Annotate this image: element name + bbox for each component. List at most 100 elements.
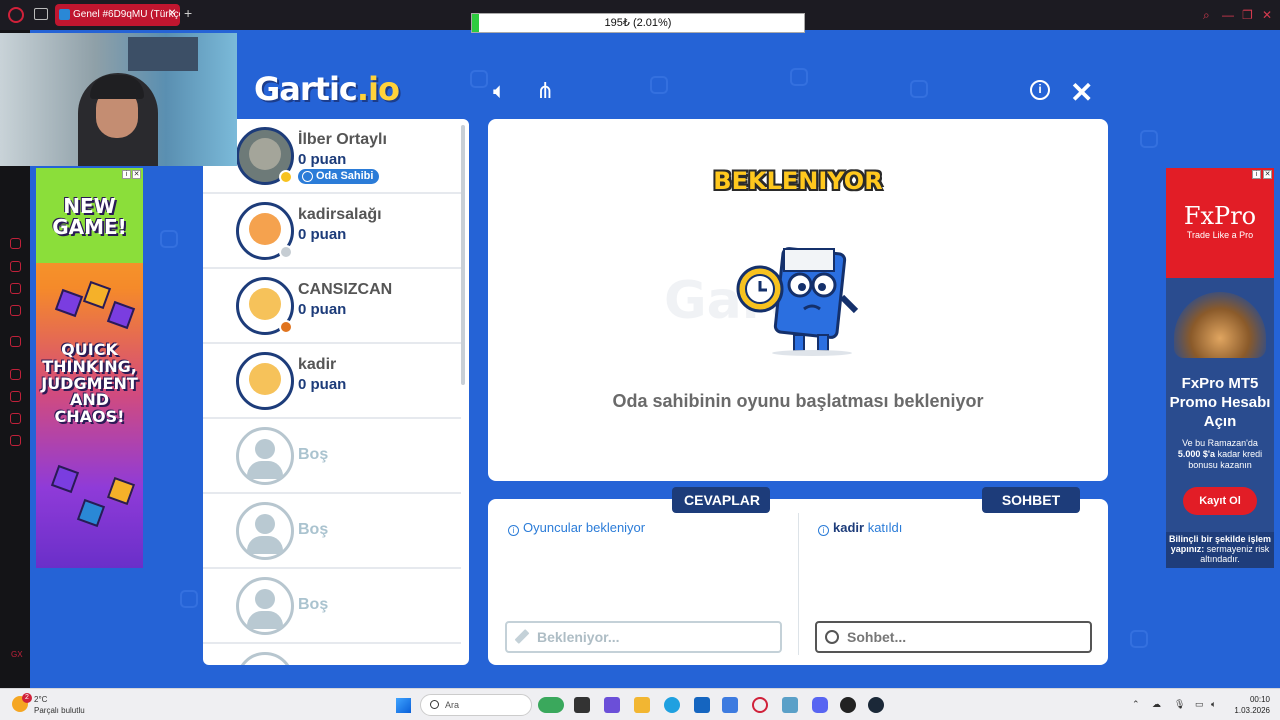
empty-slot [203,644,461,665]
tray-app-icon[interactable]: ☁ [1152,699,1161,710]
waiting-message: Oda sahibinin oyunu başlatması bekleniyo… [612,391,984,411]
crown-icon [302,171,313,182]
clock-time: 00:10 [1249,695,1270,704]
background-doodle-icon [180,590,198,608]
microphone-icon[interactable]: 🎙︎ [1174,699,1185,710]
waiting-title: BEKLENIYOR [713,167,883,195]
webcam-overlay [0,33,237,166]
card-icon [106,300,136,330]
background-doodle-icon [470,70,488,88]
player-row[interactable]: CANSIZCAN 0 puan [203,269,461,344]
chat-input[interactable]: Sohbet... [815,621,1092,653]
chat-notice: i kadir katıldı [818,520,902,536]
window-close-icon[interactable]: ✕ [1262,8,1272,22]
disclaimer-text: sermayeniz risk altındadır. [1200,544,1270,564]
answer-input[interactable]: Bekleniyor... [505,621,782,653]
gartic-logo[interactable]: Gartic.io [254,70,400,108]
status-dot [279,245,293,259]
info-icon[interactable]: i [1030,80,1050,100]
left-advertisement[interactable]: i ✕ NEW GAME! QUICK THINKING, JUDGMENT A… [36,168,143,568]
clock-date: 1.03.2026 [1234,706,1270,715]
task-view-icon[interactable] [574,697,590,713]
background-doodle-icon [910,80,928,98]
start-icon[interactable] [396,698,411,713]
display-icon[interactable]: ▭ [1195,699,1204,710]
tab-close-icon[interactable]: ✕ [168,8,176,19]
info-circle-icon: i [508,525,519,536]
share-icon[interactable]: ⋔ [536,78,554,104]
progress-text: 195₺ (2.01%) [604,17,672,29]
empty-slot: Boş [203,494,461,569]
weather-widget[interactable]: 2°C Parçalı bulutlu [34,694,85,716]
tab-chat[interactable]: SOHBET [982,487,1080,513]
ad-info-icon[interactable]: i [1252,170,1261,179]
taskbar-search[interactable]: Ara [420,694,532,716]
sidebar-twitch-icon[interactable] [10,336,21,347]
discord-icon[interactable] [812,697,828,713]
speaker-icon[interactable]: 🔈︎ [493,78,506,104]
close-icon[interactable]: ✕ [1070,76,1093,109]
sidebar-gx-label[interactable]: GX [11,650,23,659]
ad-close-icon[interactable]: ✕ [1263,170,1272,179]
file-explorer-icon[interactable] [634,697,650,713]
player-row[interactable]: kadirsalağı 0 puan [203,194,461,269]
empty-slot-label: Boş [298,521,329,538]
search-icon[interactable]: ⌕ [1203,8,1210,23]
opera-logo-icon[interactable] [8,7,24,23]
background-doodle-icon [160,230,178,248]
sidebar-settings-icon[interactable] [10,435,21,446]
player-score: 0 puan [298,151,347,168]
ad-close-icon[interactable]: ✕ [132,170,141,179]
steam-icon[interactable] [868,697,884,713]
avatar [236,277,294,335]
pencil-icon [514,629,530,644]
sidebar-messenger-icon[interactable] [10,305,21,316]
player-row[interactable]: İlber Ortaylı 0 puan Oda Sahibi [203,119,461,194]
player-row[interactable]: kadir 0 puan [203,344,461,419]
right-advertisement[interactable]: i ✕ FxPro Trade Like a Pro FxPro MT5 Pro… [1166,168,1274,568]
tab-manager-icon[interactable] [34,8,48,20]
new-tab-button[interactable]: + [184,5,192,21]
sidebar-bookmarks-icon[interactable] [10,413,21,424]
opera-gx-icon[interactable] [752,697,768,713]
widget-app-icon[interactable] [538,697,564,713]
volume-icon[interactable]: 🔈︎ [1211,699,1216,710]
store-app-icon[interactable] [604,697,620,713]
fxpro-tagline: Trade Like a Pro [1186,230,1254,240]
brand-suffix: .io [356,70,400,108]
player-list-scrollbar[interactable] [461,125,465,385]
edge-icon[interactable] [664,697,680,713]
avatar-face [249,213,281,245]
taskbar-search-label: Ara [445,700,460,710]
player-score: 0 puan [298,301,347,318]
sidebar-history-icon[interactable] [10,391,21,402]
search-icon [430,700,439,709]
vpn-app-icon[interactable] [782,697,798,713]
answers-chat-panel: CEVAPLAR SOHBET i Oyuncular bekleniyor ik… [488,487,1108,665]
obs-icon[interactable] [840,697,856,713]
microsoft-store-icon[interactable] [694,697,710,713]
sidebar-player-icon[interactable] [10,369,21,380]
sidebar-chat-icon[interactable] [10,283,21,294]
empty-avatar-icon [236,577,294,635]
maximize-icon[interactable]: ❐ [1242,8,1253,22]
minimize-icon[interactable]: — [1222,8,1234,22]
empty-slot-label: Boş [298,446,329,463]
avatar [236,352,294,410]
sidebar-speed-icon[interactable] [10,238,21,249]
tab-answers[interactable]: CEVAPLAR [672,487,770,513]
tray-chevron-icon[interactable]: ⌃ [1132,699,1140,710]
register-button[interactable]: Kayıt Ol [1183,487,1257,515]
player-score: 0 puan [298,226,347,243]
sidebar-shopping-icon[interactable] [10,261,21,272]
donation-progress-bar: 195₺ (2.01%) [471,13,805,33]
system-clock[interactable]: 00:10 1.03.2026 [1226,694,1270,716]
browser-tab[interactable]: Genel #6D9qMU (Türkçe) [55,4,180,26]
ad-info-icon[interactable]: i [122,170,131,179]
answers-notice-text: Oyuncular bekleniyor [523,520,646,535]
status-dot [279,170,293,184]
windows-taskbar: 2 2°C Parçalı bulutlu Ara ⌃ ☁ 🎙︎ ▭ 🔈︎ 00… [0,688,1280,720]
fxpro-disclaimer: Bilinçli bir şekilde işlem yapınız: serm… [1166,532,1274,568]
card-icon [50,464,80,494]
outlook-icon[interactable] [722,697,738,713]
